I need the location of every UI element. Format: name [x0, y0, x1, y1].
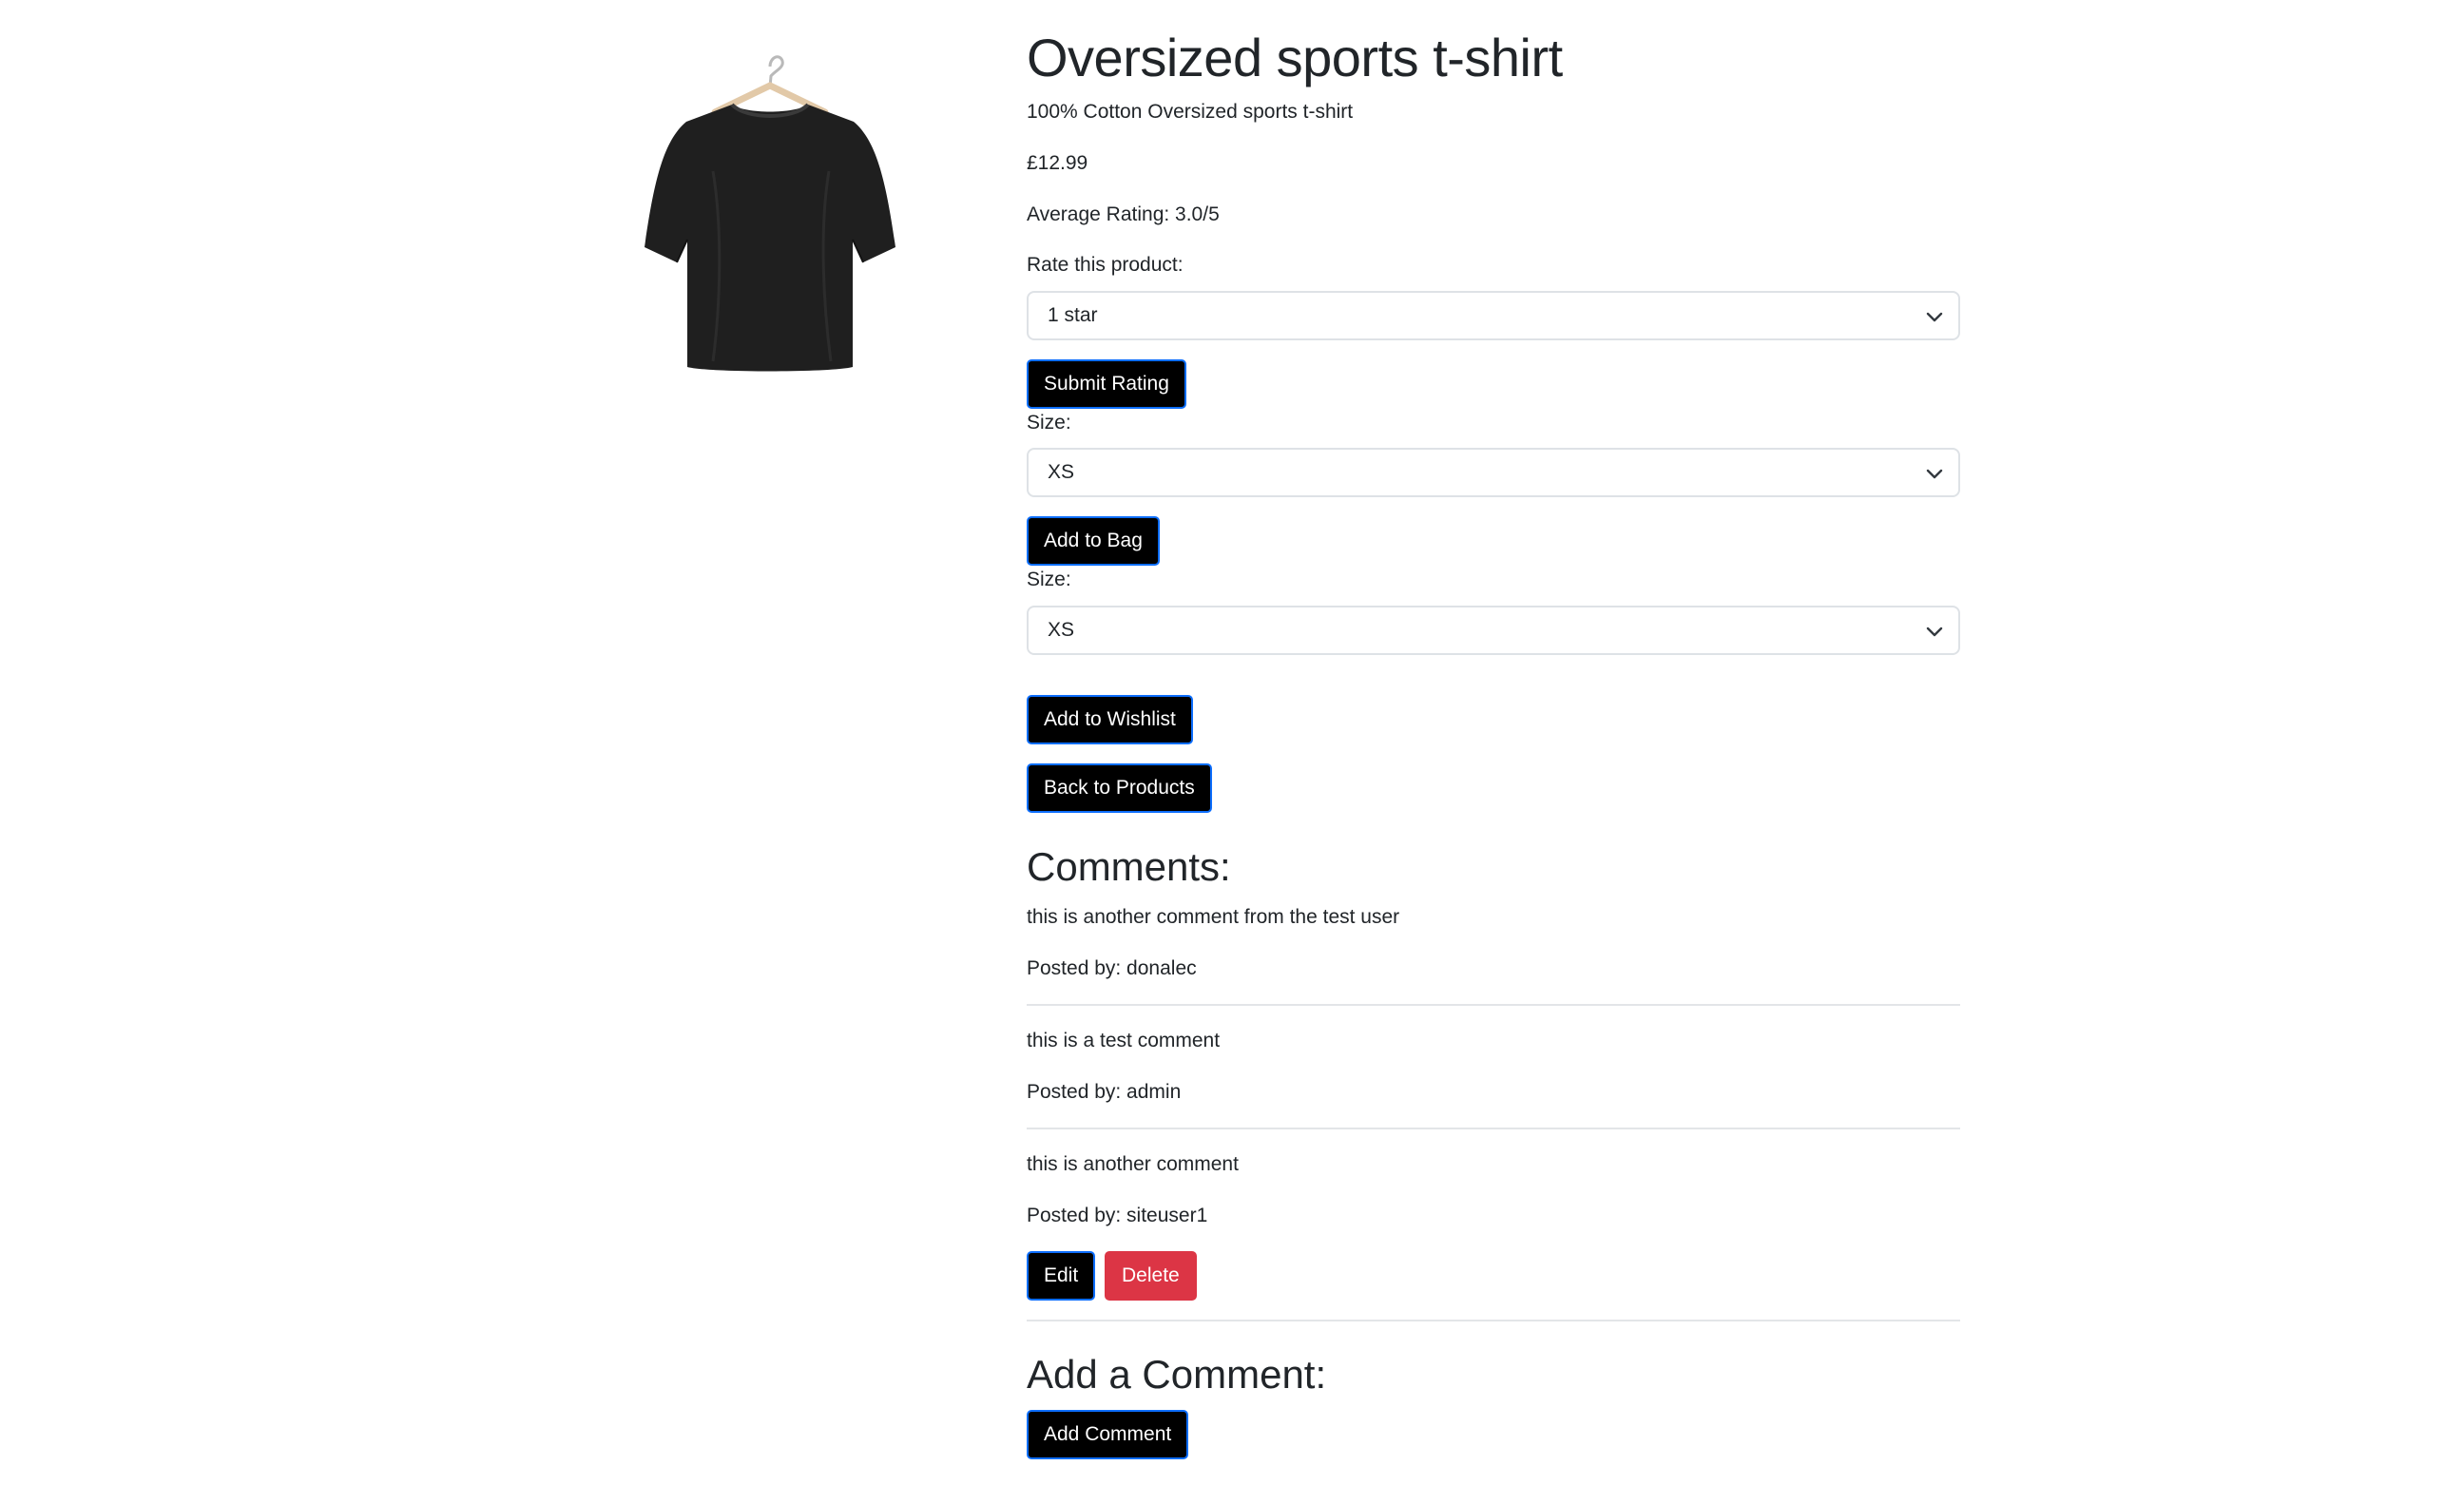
delete-comment-button[interactable]: Delete	[1105, 1251, 1197, 1301]
add-to-bag-button[interactable]: Add to Bag	[1027, 516, 1160, 566]
add-comment-heading: Add a Comment:	[1027, 1352, 1327, 1397]
back-to-products-button[interactable]: Back to Products	[1027, 763, 1212, 813]
add-to-wishlist-button[interactable]: Add to Wishlist	[1027, 695, 1193, 744]
wishlist-size-select[interactable]: XS	[1027, 606, 1960, 655]
bag-size-select-value: XS	[1048, 461, 1075, 483]
comment-text: this is another comment from the test us…	[1027, 906, 1400, 928]
edit-comment-button[interactable]: Edit	[1027, 1251, 1096, 1301]
comment-divider	[1027, 1128, 1960, 1129]
rating-select-value: 1 star	[1048, 304, 1098, 326]
wishlist-size-select-value: XS	[1048, 619, 1075, 641]
bag-size-select[interactable]: XS	[1027, 448, 1960, 497]
product-description: 100% Cotton Oversized sports t-shirt	[1027, 101, 1354, 123]
comment-text: this is a test comment	[1027, 1030, 1221, 1051]
comment-divider	[1027, 1320, 1960, 1321]
product-image	[608, 38, 932, 390]
comments-heading: Comments:	[1027, 844, 1231, 889]
submit-rating-button[interactable]: Submit Rating	[1027, 359, 1186, 409]
product-price: £12.99	[1027, 152, 1088, 174]
add-comment-button[interactable]: Add Comment	[1027, 1410, 1189, 1459]
comment-author: Posted by: donalec	[1027, 957, 1197, 979]
comment-author: Posted by: admin	[1027, 1081, 1182, 1103]
chevron-down-icon	[1924, 306, 1945, 327]
product-detail-page: Oversized sports t-shirt 100% Cotton Ove…	[0, 0, 2464, 1485]
comment-text: this is another comment	[1027, 1153, 1239, 1175]
rating-label: Rate this product:	[1027, 254, 1184, 276]
product-title: Oversized sports t-shirt	[1027, 28, 1563, 87]
bag-size-label: Size:	[1027, 412, 1071, 434]
wishlist-size-label: Size:	[1027, 569, 1071, 590]
comment-author: Posted by: siteuser1	[1027, 1205, 1208, 1226]
comment-divider	[1027, 1004, 1960, 1006]
chevron-down-icon	[1924, 621, 1945, 642]
average-rating: Average Rating: 3.0/5	[1027, 203, 1220, 225]
rating-select[interactable]: 1 star	[1027, 291, 1960, 340]
chevron-down-icon	[1924, 463, 1945, 484]
